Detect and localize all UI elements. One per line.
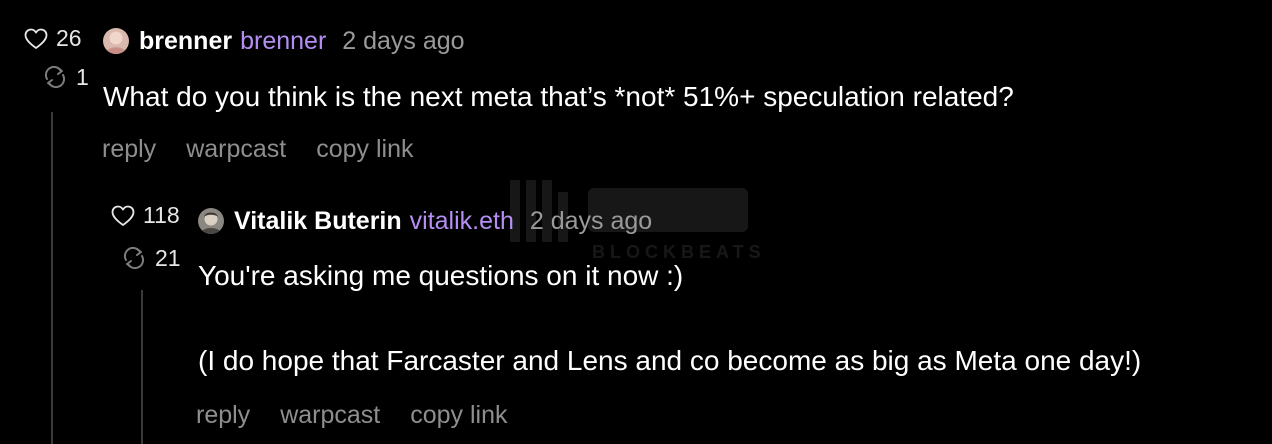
cast-actions-1: reply warpcast copy link (102, 137, 414, 162)
avatar[interactable] (198, 208, 224, 234)
recast-icon (44, 65, 66, 89)
like-count-value: 26 (56, 25, 82, 51)
recast-count-value: 1 (76, 63, 89, 90)
heart-icon (111, 205, 135, 226)
reply-button[interactable]: reply (196, 403, 250, 428)
cast-actions-2: reply warpcast copy link (196, 403, 508, 428)
thread-line-inner (141, 290, 143, 444)
copy-link-button[interactable]: copy link (316, 137, 413, 162)
warpcast-link[interactable]: warpcast (280, 403, 380, 428)
recast-icon (123, 246, 145, 270)
like-count-value: 118 (143, 202, 180, 228)
heart-icon (24, 28, 48, 49)
thread-line-outer (51, 112, 53, 444)
like-count-2[interactable]: 118 (111, 204, 180, 227)
like-count-1[interactable]: 26 (24, 27, 82, 50)
avatar[interactable] (103, 28, 129, 54)
display-name[interactable]: brenner (139, 28, 232, 54)
copy-link-button[interactable]: copy link (410, 403, 507, 428)
cast-header-2: Vitalik Buterin vitalik.eth 2 days ago (198, 208, 652, 234)
cast-header-1: brenner brenner 2 days ago (103, 28, 465, 54)
recast-count-value: 21 (155, 244, 181, 271)
timestamp[interactable]: 2 days ago (530, 208, 652, 234)
warpcast-link[interactable]: warpcast (186, 137, 286, 162)
cast-text-line-1: You're asking me questions on it now :) (198, 260, 684, 291)
username[interactable]: vitalik.eth (410, 208, 514, 234)
recast-count-2[interactable]: 21 (121, 246, 181, 270)
cast-text-line-2: (I do hope that Farcaster and Lens and c… (198, 345, 1142, 376)
reply-button[interactable]: reply (102, 137, 156, 162)
username[interactable]: brenner (240, 28, 326, 54)
timestamp[interactable]: 2 days ago (342, 28, 464, 54)
recast-count-1[interactable]: 1 (42, 65, 89, 89)
cast-text: What do you think is the next meta that’… (103, 81, 1014, 112)
display-name[interactable]: Vitalik Buterin (234, 208, 402, 234)
